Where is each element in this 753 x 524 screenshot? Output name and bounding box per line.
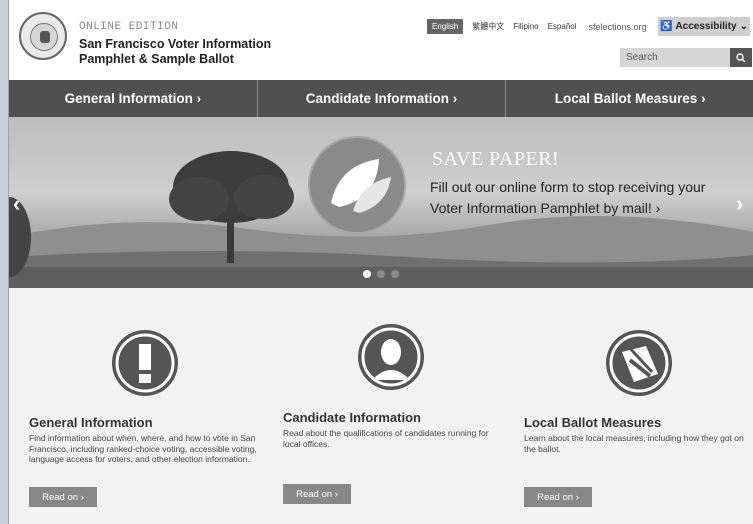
carousel-dots [363,270,399,278]
search-icon [736,52,746,63]
chevron-right-icon: › [701,91,706,106]
lang-english[interactable]: English [427,19,464,34]
nav-label: Candidate Information [305,91,449,106]
ballot-pen-icon[interactable] [606,330,672,396]
carousel-dot[interactable] [391,270,399,278]
sfelections-link[interactable]: sfelections.org [589,22,647,32]
accessibility-button[interactable]: ♿ Accessibility ⌄ [658,17,750,36]
hero-text[interactable]: Fill out our online form to stop receivi… [430,177,730,219]
button-label: Read on [42,491,79,503]
lang-chinese[interactable]: 繁體中文 [472,21,504,32]
chevron-right-icon: › [655,200,661,216]
search-button[interactable] [730,48,752,67]
chevron-down-icon: ⌄ [739,21,748,32]
lang-filipino[interactable]: Filipino [513,22,538,31]
hero-title: SAVE PAPER! [432,148,560,170]
chevron-right-icon: › [452,91,458,106]
lang-spanish[interactable]: Español [548,22,577,31]
button-label: Read on [296,488,333,500]
chevron-right-icon: › [334,488,338,500]
section-desc-general: Find information about when, where, and … [29,433,257,464]
section-desc-measures: Learn about the local measures, includin… [524,433,744,454]
hero-carousel[interactable]: SAVE PAPER! Fill out our online form to … [9,117,753,288]
read-on-button-measures[interactable]: Read on › [524,487,592,507]
section-title-candidate[interactable]: Candidate Information [283,410,421,425]
read-on-button-general[interactable]: Read on › [29,487,97,507]
site-title[interactable]: San Francisco Voter Information Pamphlet… [79,37,289,67]
language-bar: English 繁體中文 Filipino Español sfelection… [427,18,647,35]
carousel-dot[interactable] [377,270,385,278]
person-icon[interactable] [358,324,424,390]
carousel-next-button[interactable]: › [736,191,743,217]
city-seal-logo[interactable] [19,12,67,60]
section-title-general[interactable]: General Information [29,415,153,430]
carousel-dot[interactable] [363,270,371,278]
chevron-right-icon: › [575,491,579,503]
sections-area: General Information Find information abo… [9,288,753,524]
nav-label: Local Ballot Measures [554,91,698,106]
main-nav: General Information › Candidate Informat… [9,80,753,117]
chevron-right-icon: › [80,491,84,503]
carousel-prev-button[interactable]: ‹ [13,191,20,217]
accessibility-label: Accessibility [675,21,737,32]
nav-candidate-information[interactable]: Candidate Information › [258,80,507,117]
site-title-line1: San Francisco Voter Information [79,37,272,51]
page-frame: ONLINE EDITION San Francisco Voter Infor… [8,0,753,524]
wheelchair-icon: ♿ [660,21,673,32]
edition-label: ONLINE EDITION [79,21,179,33]
section-desc-candidate: Read about the qualifications of candida… [283,428,489,449]
section-title-measures[interactable]: Local Ballot Measures [524,415,661,430]
nav-label: General Information [64,91,193,106]
search-input[interactable]: Search [620,48,730,67]
site-title-line2: Pamphlet & Sample Ballot [79,52,234,66]
exclamation-icon[interactable] [112,330,178,396]
button-label: Read on [537,491,574,503]
nav-general-information[interactable]: General Information › [9,80,258,117]
hero-description: Fill out our online form to stop receivi… [430,179,706,216]
read-on-button-candidate[interactable]: Read on › [283,484,351,504]
nav-local-ballot-measures[interactable]: Local Ballot Measures › [506,80,753,117]
chevron-right-icon: › [196,91,202,106]
